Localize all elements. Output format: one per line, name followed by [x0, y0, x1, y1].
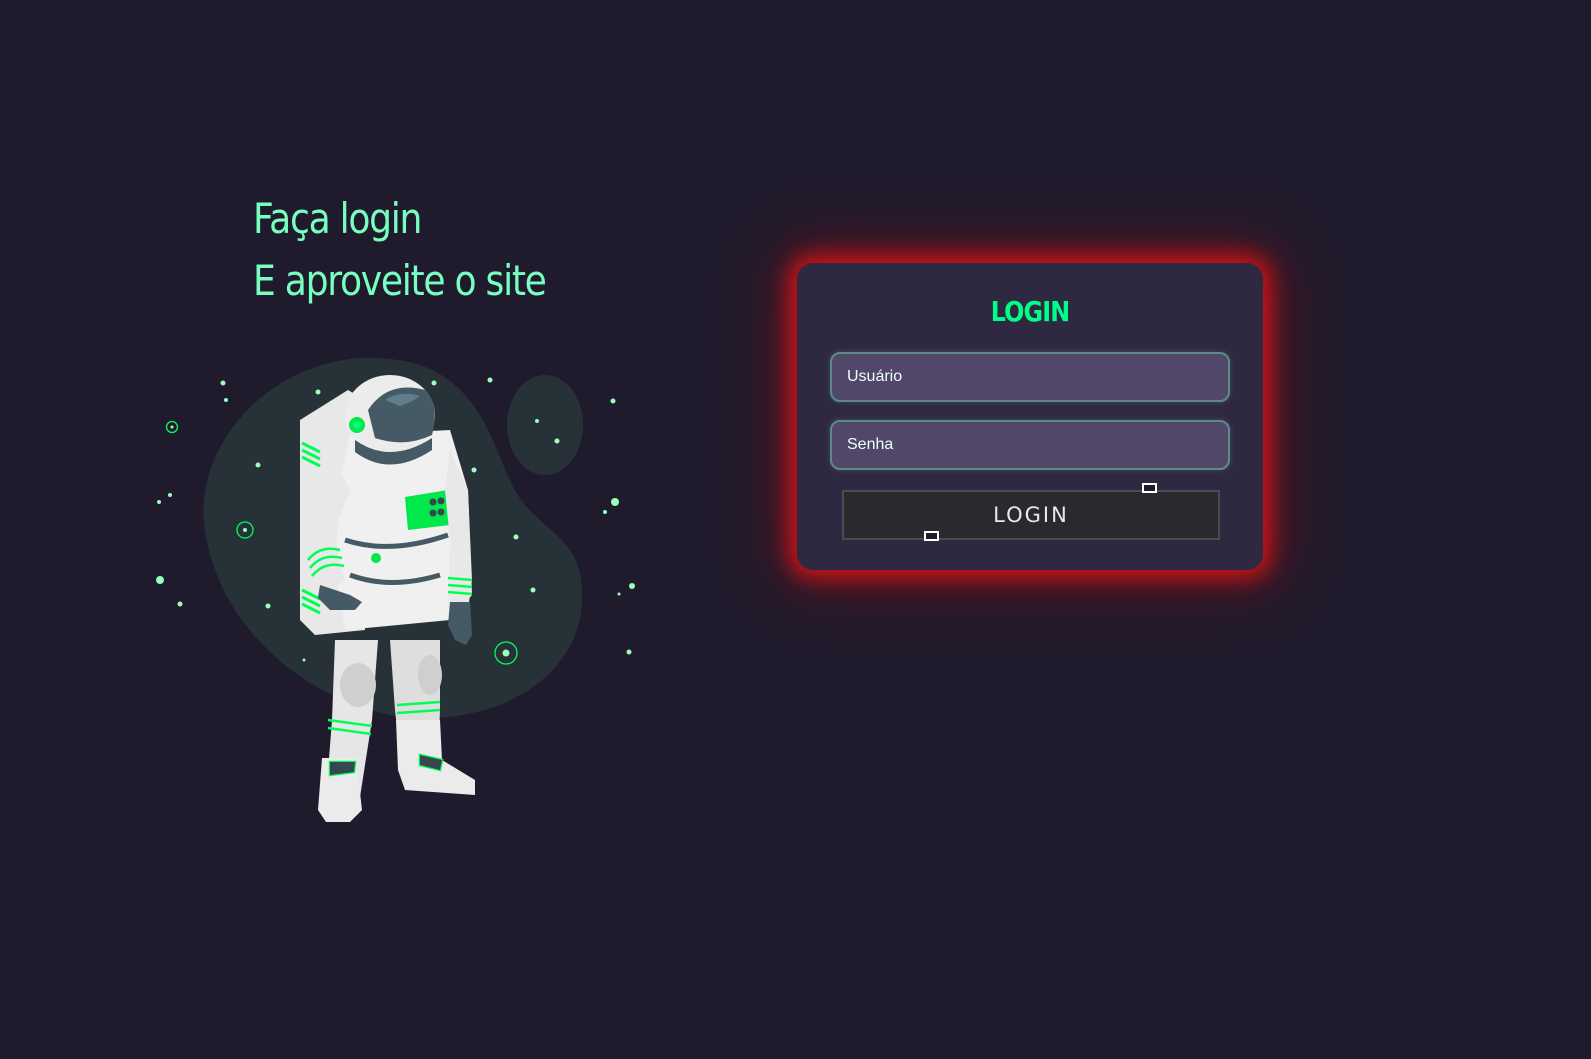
- hero-line-2: E aproveite o site: [253, 256, 547, 305]
- astronaut-icon: [156, 357, 635, 822]
- resize-handle-top[interactable]: [1142, 483, 1157, 493]
- login-card: LOGIN LOGIN: [797, 263, 1263, 570]
- login-title: LOGIN: [990, 295, 1070, 328]
- hero-line-1: Faça login: [253, 194, 422, 243]
- password-input[interactable]: [830, 420, 1230, 470]
- resize-handle-bottom[interactable]: [924, 531, 939, 541]
- login-button[interactable]: LOGIN: [842, 490, 1220, 540]
- hero-section: Faça login E aproveite o site: [0, 0, 760, 1059]
- username-input[interactable]: [830, 352, 1230, 402]
- hero-headline: Faça login E aproveite o site: [253, 188, 547, 312]
